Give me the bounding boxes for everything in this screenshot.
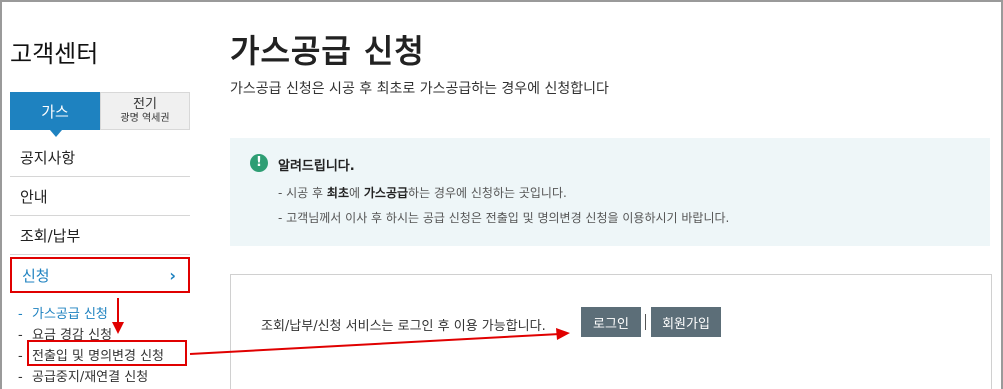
tab-electric[interactable]: 전기 광명 역세권	[100, 92, 190, 130]
sidebar-item-application[interactable]: 신청 ›	[10, 257, 190, 293]
button-divider	[645, 314, 646, 330]
sidebar-item-label: 안내	[20, 187, 48, 206]
page-subtitle: 가스공급 신청은 시공 후 최초로 가스공급하는 경우에 신청합니다	[230, 81, 609, 97]
chevron-right-icon: ›	[169, 265, 176, 285]
notice-text: 에	[349, 186, 364, 200]
notice-line-2: - 고객님께서 이사 후 하시는 공급 신청은 전출입 및 명의변경 신청을 이…	[278, 211, 730, 225]
tab-electric-sublabel: 광명 역세권	[120, 113, 170, 124]
sidebar-tabs: 가스 전기 광명 역세권	[10, 92, 190, 137]
tab-gas[interactable]: 가스	[10, 92, 100, 137]
tab-electric-label: 전기	[133, 97, 157, 112]
notice-box: ! 알려드립니다. - 시공 후 최초에 가스공급하는 경우에 신청하는 곳입니…	[230, 138, 990, 246]
notice-emphasis: 최초	[326, 186, 349, 200]
sidebar-item-inquiry-payment[interactable]: 조회/납부	[10, 216, 190, 255]
login-button[interactable]: 로그인	[581, 307, 641, 337]
submenu-dash: -	[18, 370, 23, 385]
notice-title: 알려드립니다.	[278, 159, 355, 174]
sidebar-menu: 공지사항 안내 조회/납부 신청 ›	[10, 138, 190, 293]
submenu-label: 공급중지/재연결 신청	[32, 370, 149, 385]
sidebar-item-label: 조회/납부	[20, 226, 81, 245]
sidebar-item-label: 공지사항	[20, 148, 76, 167]
notice-emphasis: 가스공급	[363, 186, 409, 200]
annotation-highlight-box	[27, 340, 187, 366]
page-title: 가스공급 신청	[230, 32, 425, 70]
sidebar-item-guide[interactable]: 안내	[10, 177, 190, 216]
sidebar-title: 고객센터	[10, 40, 99, 68]
tab-gas-label: 가스	[41, 102, 69, 121]
notice-line-1: - 시공 후 최초에 가스공급하는 경우에 신청하는 곳입니다.	[278, 184, 567, 201]
submenu-label: 가스공급 신청	[32, 307, 108, 322]
submenu-item-gas-supply[interactable]: - 가스공급 신청	[18, 304, 164, 325]
notice-text: - 시공 후	[278, 186, 327, 200]
join-button[interactable]: 회원가입	[651, 307, 721, 337]
submenu-dash: -	[18, 307, 23, 322]
submenu-item-supply-stop-reconnect[interactable]: - 공급중지/재연결 신청	[18, 367, 164, 388]
sidebar-item-label: 신청	[22, 266, 50, 285]
login-message: 조회/납부/신청 서비스는 로그인 후 이용 가능합니다.	[261, 319, 546, 334]
sidebar-item-notice[interactable]: 공지사항	[10, 138, 190, 177]
login-box: 조회/납부/신청 서비스는 로그인 후 이용 가능합니다. 로그인 회원가입	[230, 274, 992, 389]
notice-text: 하는 경우에 신청하는 곳입니다.	[408, 186, 567, 200]
alert-icon: !	[250, 154, 268, 172]
